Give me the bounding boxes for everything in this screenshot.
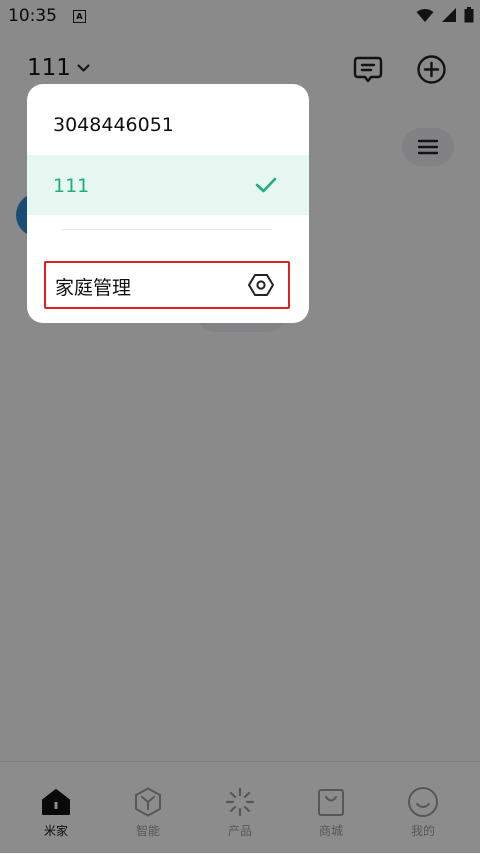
home-option-label: 3048446051 xyxy=(53,114,174,136)
home-management-button[interactable]: 家庭管理 xyxy=(44,261,290,309)
home-option-label: 111 xyxy=(53,175,90,197)
home-option[interactable]: 3048446051 xyxy=(27,96,309,154)
checkmark-icon xyxy=(255,177,277,193)
home-management-label: 家庭管理 xyxy=(55,277,132,299)
home-switcher-dropdown: 3048446051 111 家庭管理 xyxy=(27,84,309,323)
dropdown-divider xyxy=(62,229,272,230)
settings-icon xyxy=(248,274,274,296)
home-option-selected[interactable]: 111 xyxy=(27,155,309,215)
